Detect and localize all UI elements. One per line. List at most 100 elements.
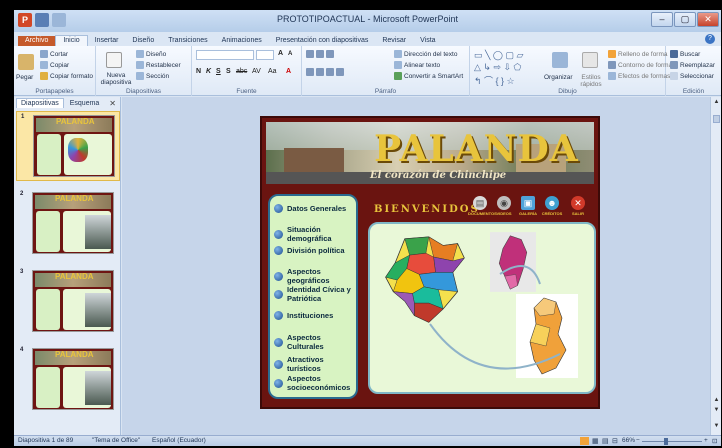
gallery-button[interactable]: ▣ GALERÍA <box>516 196 540 222</box>
documents-button[interactable]: ▤ DOCUMENTOS <box>468 196 497 222</box>
quick-styles-icon[interactable] <box>582 52 598 68</box>
slide-thumbnail-4[interactable]: 4 PALANDA <box>16 345 120 415</box>
change-case-button[interactable]: Aa <box>268 68 277 75</box>
tab-esquema[interactable]: Esquema <box>66 99 104 108</box>
font-color-button[interactable]: A <box>286 68 291 75</box>
slideshow-icon[interactable]: ⊟ <box>612 437 618 445</box>
tab-animaciones[interactable]: Animaciones <box>215 36 269 46</box>
tab-diapositivas[interactable]: Diapositivas <box>16 98 64 108</box>
zoom-slider[interactable] <box>642 441 702 442</box>
videos-button[interactable]: ◉ VIDEOS <box>492 196 516 222</box>
tab-transiciones[interactable]: Transiciones <box>161 36 214 46</box>
credits-button[interactable]: ☻ CRÉDITOS <box>540 196 564 222</box>
paste-icon[interactable] <box>18 54 34 70</box>
arrange-button[interactable]: Organizar <box>544 74 573 81</box>
shapes-gallery-row2[interactable]: △ ↳ ⇨ ⇩ ⬠ <box>474 62 521 73</box>
char-spacing-button[interactable]: AV <box>252 68 261 75</box>
layout-button[interactable]: Diseño <box>136 50 166 58</box>
language-indicator[interactable]: Español (Ecuador) <box>152 437 206 444</box>
slide-thumbnail-3[interactable]: 3 PALANDA <box>16 267 120 337</box>
bullet-icon <box>274 289 283 299</box>
maximize-button[interactable]: ▢ <box>674 12 696 27</box>
next-slide-icon[interactable]: ▼ <box>712 407 721 415</box>
menu-item-situacion-demografica[interactable]: Situación demográfica <box>274 225 358 243</box>
zoom-in-icon[interactable]: + <box>704 437 708 444</box>
shape-fill-button[interactable]: Relleno de forma <box>608 50 668 58</box>
slide-sorter-icon[interactable]: ▦ <box>592 437 599 445</box>
new-slide-icon[interactable] <box>106 52 122 68</box>
grow-font-button[interactable]: A <box>278 50 283 57</box>
scrollbar-thumb[interactable] <box>713 115 720 123</box>
slide-thumbnail-2[interactable]: 2 PALANDA <box>16 189 120 259</box>
bold-button[interactable]: N <box>196 68 201 75</box>
new-slide-button[interactable]: Nueva diapositiva <box>98 72 134 86</box>
menu-item-aspectos-socioeconomicos[interactable]: Aspectos socioeconómicos <box>274 374 358 392</box>
section-button[interactable]: Sección <box>136 72 169 80</box>
shape-outline-button[interactable]: Contorno de forma <box>608 61 672 69</box>
menu-item-datos-generales[interactable]: Datos Generales <box>274 204 358 213</box>
smartart-button[interactable]: Convertir a SmartArt <box>394 72 463 80</box>
theme-name[interactable]: "Tema de Office" <box>92 437 140 444</box>
align-text-button[interactable]: Alinear texto <box>394 61 440 69</box>
exit-button[interactable]: ✕ SALIR <box>566 196 590 222</box>
shrink-font-button[interactable]: A <box>288 51 292 57</box>
align-buttons[interactable] <box>306 68 344 76</box>
shape-effects-button[interactable]: Efectos de formas <box>608 72 670 80</box>
replace-button[interactable]: Reemplazar <box>670 61 715 69</box>
reset-button[interactable]: Restablecer <box>136 61 181 69</box>
close-button[interactable]: ✕ <box>697 12 719 27</box>
paste-button[interactable]: Pegar <box>16 74 33 81</box>
zoom-out-icon[interactable]: − <box>636 437 640 444</box>
slide-title[interactable]: PALANDA <box>374 128 579 170</box>
minimize-button[interactable]: – <box>651 12 673 27</box>
slide-subtitle[interactable]: El corazón de Chinchipe <box>370 170 506 181</box>
normal-view-icon[interactable] <box>580 437 589 445</box>
previous-slide-icon[interactable]: ▲ <box>712 397 721 405</box>
underline-button[interactable]: S <box>216 68 221 75</box>
slide-preview: PALANDA <box>33 115 115 177</box>
tab-vista[interactable]: Vista <box>413 36 442 46</box>
drawing-group: ▭ ╲ ◯ ▢ ▱ △ ↳ ⇨ ⇩ ⬠ ↰ ⌒ { } ☆ Organizar … <box>470 46 672 96</box>
find-button[interactable]: Buscar <box>670 50 700 58</box>
font-size-field[interactable] <box>256 50 274 60</box>
slide-thumbnail-1[interactable]: 1 PALANDA <box>16 111 120 181</box>
ribbon: Pegar Cortar Copiar Copiar formato Porta… <box>14 46 721 96</box>
menu-item-atractivos-turisticos[interactable]: Atractivos turísticos <box>274 355 358 373</box>
text-direction-button[interactable]: Dirección del texto <box>394 50 457 58</box>
shadow-button[interactable]: S <box>226 68 231 75</box>
copy-button[interactable]: Copiar <box>40 61 69 69</box>
vertical-scrollbar[interactable]: ▲ ▲ ▼ ▼ <box>710 97 721 435</box>
scroll-up-icon[interactable]: ▲ <box>712 99 721 107</box>
bullets-button[interactable] <box>306 50 334 58</box>
slide-canvas[interactable]: PALANDA El corazón de Chinchipe Datos Ge… <box>260 116 600 409</box>
tab-insertar[interactable]: Insertar <box>88 36 126 46</box>
tab-archivo[interactable]: Archivo <box>18 36 56 46</box>
arrange-icon[interactable] <box>552 52 568 68</box>
menu-item-division-politica[interactable]: División política <box>274 246 358 255</box>
reading-view-icon[interactable]: ▤ <box>602 437 609 445</box>
shapes-gallery[interactable]: ▭ ╲ ◯ ▢ ▱ <box>474 50 523 61</box>
select-button[interactable]: Seleccionar <box>670 72 714 80</box>
shapes-gallery-row3[interactable]: ↰ ⌒ { } ☆ <box>474 74 515 87</box>
strikethrough-button[interactable]: abc <box>236 68 247 75</box>
scroll-down-icon[interactable]: ▼ <box>712 423 721 431</box>
menu-item-aspectos-geograficos[interactable]: Aspectos geográficos <box>274 267 358 285</box>
tab-inicio[interactable]: Inicio <box>55 35 88 46</box>
menu-item-identidad-civica[interactable]: Identidad Cívica y Patriótica <box>274 285 358 303</box>
zoom-slider-knob[interactable] <box>664 438 668 445</box>
italic-button[interactable]: K <box>206 68 211 75</box>
font-family-field[interactable] <box>196 50 254 60</box>
fit-slide-icon[interactable]: ⊡ <box>712 437 717 445</box>
tab-revisar[interactable]: Revisar <box>375 36 413 46</box>
bullet-icon <box>274 229 283 239</box>
help-icon[interactable]: ? <box>705 34 715 44</box>
format-painter-button[interactable]: Copiar formato <box>40 72 93 80</box>
quick-styles-button[interactable]: Estilos rápidos <box>578 74 604 88</box>
menu-item-instituciones[interactable]: Instituciones <box>274 311 358 320</box>
tab-diseno[interactable]: Diseño <box>125 36 161 46</box>
menu-item-aspectos-culturales[interactable]: Aspectos Culturales <box>274 333 358 351</box>
cut-button[interactable]: Cortar <box>40 50 68 58</box>
tab-presentacion[interactable]: Presentación con diapositivas <box>269 36 376 46</box>
zoom-level[interactable]: 66% <box>622 437 635 444</box>
close-panel-icon[interactable]: ✕ <box>109 99 116 108</box>
